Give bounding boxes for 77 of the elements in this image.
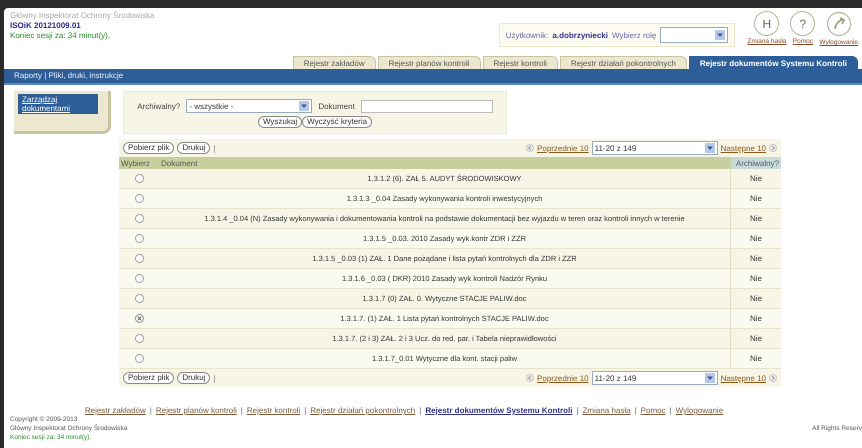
toolbar-button[interactable]: Pobierz plik [123, 372, 174, 384]
radio-button[interactable] [134, 214, 144, 223]
radio-button[interactable] [134, 274, 144, 283]
nav-tab[interactable]: Rejestr planów kontroli [378, 56, 481, 69]
user-label: Użytkownik: [506, 30, 548, 40]
sidebar-item[interactable]: Zarządzaj dokumentami [18, 94, 98, 114]
footer-link[interactable]: Pomoc [640, 406, 666, 415]
table-cell: Nie [730, 288, 781, 308]
circle-icon: ? [790, 11, 816, 36]
link-separator: | [150, 406, 152, 415]
nav-tab[interactable]: Rejestr działań pokontrolnych [560, 56, 687, 69]
footer-link[interactable]: Wylogowanie [676, 406, 724, 415]
table-cell: Nie [730, 268, 781, 288]
radio-button[interactable] [134, 294, 144, 303]
radio-button[interactable] [134, 194, 144, 203]
table-cell: Nie [730, 169, 781, 188]
page-range-dropdown[interactable]: 11-20 z 149 [592, 371, 718, 385]
toolbar-button[interactable]: Drukuj [177, 372, 210, 384]
radio-button[interactable] [134, 254, 144, 263]
table-cell: Nie [730, 208, 781, 228]
radio-button[interactable] [134, 234, 144, 243]
role-label: Wybierz rolę [612, 30, 656, 40]
column-header: Dokument [159, 157, 730, 169]
column-header: Archiwalny? [730, 157, 781, 169]
user-name: a.dobrzyniecki [552, 30, 608, 40]
toolbar-button[interactable]: Pobierz plik [123, 142, 174, 154]
toolbar-button[interactable]: Drukuj [177, 142, 210, 154]
document-field[interactable] [360, 100, 493, 112]
column-header: Wybierz [119, 157, 159, 169]
archived-dropdown[interactable]: - wszystkie - [186, 99, 312, 113]
radio-button[interactable] [134, 314, 144, 323]
page-range-dropdown[interactable]: 11-20 z 149 [592, 141, 718, 155]
next-page-link[interactable]: Następne 10 [720, 144, 766, 152]
previous-arrow-icon [526, 144, 534, 152]
previous-arrow-icon [526, 374, 534, 382]
next-arrow-icon [769, 374, 777, 382]
field-label: Archiwalny? [137, 102, 180, 110]
field-label: Dokument [318, 102, 355, 110]
nav-tab[interactable]: Rejestr zakładów [292, 56, 376, 69]
radio-button[interactable] [134, 174, 144, 183]
circle-icon: H [754, 11, 780, 36]
toolbar-divider: | [213, 144, 216, 152]
version-label: ISOiK 20121009.01 [10, 21, 82, 31]
link-separator: | [419, 406, 422, 415]
toolbar-divider: | [213, 374, 216, 382]
organization-name: Główny Inspektorat Ochrony Środowiska [10, 11, 155, 21]
footer-link[interactable]: Rejestr działań pokontrolnych [310, 406, 416, 415]
table-cell: Nie [730, 188, 781, 208]
nav-tab[interactable]: Rejestr dokumentów Systemu Kontroli [688, 56, 858, 69]
exit-icon [826, 11, 852, 37]
next-page-link[interactable]: Następne 10 [720, 374, 766, 382]
filter-button[interactable]: Wyczyść kryteria [302, 116, 372, 128]
table-cell: Nie [730, 248, 781, 268]
table-cell: Nie [730, 228, 781, 248]
footer-link[interactable]: Rejestr planów kontroli [156, 406, 237, 415]
breadcrumb-bar: Raporty | Pliki, druki, instrukcje [4, 69, 862, 85]
previous-page-link[interactable]: Poprzednie 10 [537, 374, 589, 382]
link-separator: | [240, 406, 243, 415]
next-arrow-icon [769, 144, 777, 152]
footer-link[interactable]: Rejestr dokumentów Systemu Kontroli [425, 406, 572, 415]
radio-button[interactable] [134, 354, 144, 363]
link-separator: | [576, 406, 579, 415]
footer-link[interactable]: Zmiana hasła [582, 406, 631, 415]
link-separator: | [304, 406, 306, 415]
role-dropdown[interactable] [660, 27, 728, 43]
footer-link[interactable]: Rejestr kontroli [246, 406, 300, 415]
link-separator: | [670, 406, 672, 415]
nav-tab[interactable]: Rejestr kontroli [482, 56, 558, 69]
footer-link[interactable]: Rejestr zakładów [84, 406, 146, 415]
table-cell: Nie [730, 348, 781, 368]
previous-page-link[interactable]: Poprzednie 10 [537, 144, 589, 152]
table-cell: Nie [730, 328, 781, 348]
session-timer: Koniec sesji za: 34 minut(y). [10, 31, 112, 41]
link-separator: | [634, 406, 637, 415]
filter-button[interactable]: Wyszukaj [258, 116, 302, 128]
table-cell: Nie [730, 308, 781, 328]
radio-button[interactable] [134, 334, 144, 343]
